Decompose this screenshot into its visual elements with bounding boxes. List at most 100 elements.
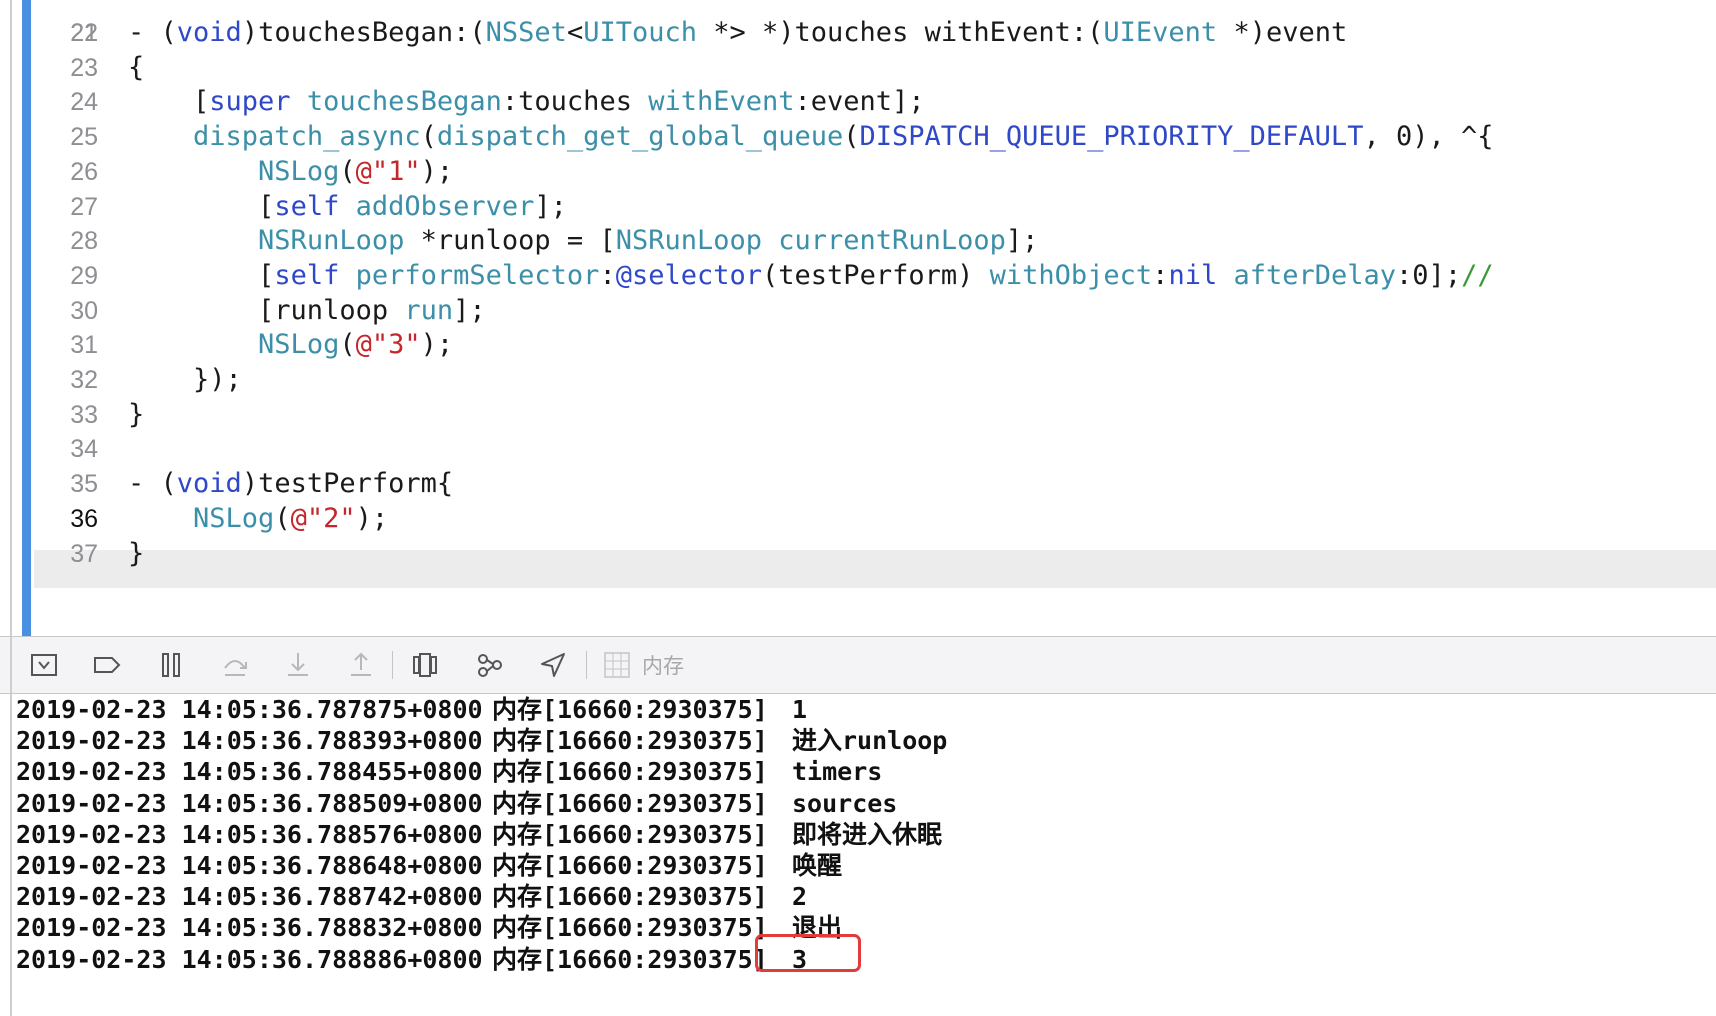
log-process: 内存[16660:2930375] [492, 882, 768, 912]
breakpoints-icon[interactable] [90, 649, 124, 681]
code-line[interactable]: 35 - (void)testPerform{ [0, 465, 1716, 503]
code-text[interactable]: { [128, 49, 144, 87]
code-token: ( [843, 121, 860, 153]
location-icon[interactable] [536, 649, 570, 681]
code-token: DISPATCH_QUEUE_PRIORITY_DEFAULT [859, 121, 1364, 153]
log-timestamp: 2019-02-23 14:05:36.788393+0800 [16, 726, 483, 756]
code-token: ( [339, 155, 356, 187]
code-text[interactable]: [self addObserver]; [128, 188, 567, 226]
line-number[interactable]: 28 [40, 222, 98, 260]
code-token: void [176, 17, 242, 48]
code-text[interactable]: NSLog(@"2"); [128, 500, 388, 538]
step-into-icon[interactable] [281, 649, 315, 681]
log-message: 2 [792, 882, 808, 912]
code-line-partial: 21 [0, 0, 1716, 47]
code-line[interactable]: 23 { [0, 49, 1716, 87]
code-line[interactable]: 25 dispatch_async(dispatch_get_global_qu… [0, 118, 1716, 156]
code-text[interactable]: [runloop run]; [128, 292, 486, 330]
code-token: self [274, 190, 340, 222]
log-message: 唤醒 [792, 851, 843, 880]
line-number[interactable]: 36 [40, 500, 98, 538]
log-message: 1 [792, 695, 808, 724]
code-text[interactable]: } [128, 535, 144, 573]
code-line[interactable]: 30 [runloop run]; [0, 292, 1716, 330]
code-line[interactable]: 37} [0, 535, 1716, 573]
line-number[interactable]: 37 [40, 535, 98, 573]
line-number[interactable]: 29 [40, 257, 98, 295]
step-over-icon[interactable] [218, 649, 252, 681]
process-grid-icon [600, 649, 634, 681]
code-line[interactable]: 33} [0, 396, 1716, 434]
code-line[interactable]: 26 NSLog(@"1"); [0, 153, 1716, 191]
console-log-line: 2019-02-23 14:05:36.788648+0800 内存[16660:… [16, 849, 842, 883]
toolbar-separator [586, 651, 587, 679]
line-number[interactable]: 26 [40, 153, 98, 191]
pause-icon[interactable] [154, 649, 188, 681]
code-token: }); [128, 364, 242, 395]
code-token: afterDelay [1233, 259, 1397, 291]
code-token: [ [128, 259, 275, 291]
line-number[interactable]: 25 [40, 118, 98, 156]
code-line[interactable]: 28 NSRunLoop *runloop = [NSRunLoop curre… [0, 222, 1716, 260]
line-number[interactable]: 24 [40, 83, 98, 121]
code-text[interactable]: - (void)touchesBegan:(NSSet<UITouch *> *… [128, 14, 1347, 52]
code-line[interactable]: 36 NSLog(@"2"); [0, 500, 1716, 538]
code-text[interactable]: - (void)testPerform{ [128, 465, 453, 503]
code-token: dispatch_async [193, 121, 421, 153]
line-number[interactable]: 34 [40, 430, 98, 468]
console-log-line: 2019-02-23 14:05:36.788576+0800 内存[16660:… [16, 818, 942, 852]
code-token: NSRunLoop [258, 225, 405, 257]
hide-console-icon[interactable] [27, 649, 61, 681]
code-token: void [176, 468, 242, 500]
code-token: ( [274, 502, 291, 534]
step-out-icon[interactable] [344, 649, 378, 681]
code-token: NSLog [258, 329, 340, 361]
view-hierarchy-icon[interactable] [408, 649, 442, 681]
code-line[interactable]: 34 [0, 430, 1716, 468]
code-token: ]; [1005, 225, 1039, 257]
line-number[interactable]: 23 [40, 49, 98, 87]
code-text[interactable]: [super touchesBegan:touches withEvent:ev… [128, 83, 925, 121]
code-text[interactable]: dispatch_async(dispatch_get_global_queue… [128, 118, 1493, 156]
memory-graph-icon[interactable] [473, 649, 507, 681]
line-number[interactable]: 31 [40, 326, 98, 364]
code-line[interactable]: 31 NSLog(@"3"); [0, 326, 1716, 364]
code-text[interactable]: NSLog(@"3"); [128, 326, 453, 364]
code-token: - ( [128, 17, 177, 48]
log-timestamp: 2019-02-23 14:05:36.788886+0800 [16, 944, 483, 974]
line-number[interactable]: 35 [40, 465, 98, 503]
code-line[interactable]: 27 [self addObserver]; [0, 188, 1716, 226]
code-token: performSelector [355, 259, 600, 291]
line-number[interactable]: 27 [40, 188, 98, 226]
line-number[interactable]: 33 [40, 396, 98, 434]
code-token: [ [128, 86, 210, 118]
code-token: ); [420, 329, 454, 361]
debug-console[interactable]: 2019-02-23 14:05:36.787875+0800 内存[16660:… [0, 694, 1716, 1016]
console-log-line: 2019-02-23 14:05:36.787875+0800 内存[16660:… [16, 694, 807, 727]
code-token: NSRunLoop [615, 225, 762, 257]
code-line[interactable]: 22 - (void)touchesBegan:(NSSet<UITouch *>… [0, 14, 1716, 52]
line-number[interactable]: 22 [40, 14, 98, 52]
console-log-line: 2019-02-23 14:05:36.788509+0800 内存[16660:… [16, 787, 897, 821]
code-line[interactable]: 32 }); [0, 361, 1716, 399]
code-text[interactable]: NSRunLoop *runloop = [NSRunLoop currentR… [128, 222, 1038, 260]
code-line[interactable]: 24 [super touchesBegan:touches withEvent… [0, 83, 1716, 121]
code-line[interactable]: 29 [self performSelector:@selector(testP… [0, 257, 1716, 295]
code-text[interactable]: }); [128, 361, 242, 399]
log-process: 内存[16660:2930375] [492, 757, 768, 787]
code-token: { [128, 51, 145, 83]
code-token: withObject [989, 259, 1153, 291]
code-token: ]; [453, 294, 486, 326]
log-message: 即将进入休眠 [792, 819, 943, 849]
code-token: super [209, 86, 291, 118]
code-text[interactable]: NSLog(@"1"); [128, 153, 453, 191]
code-text[interactable]: } [128, 396, 144, 434]
log-timestamp: 2019-02-23 14:05:36.788576+0800 [16, 819, 483, 849]
line-number[interactable]: 32 [40, 361, 98, 399]
code-text[interactable]: [self performSelector:@selector(testPerf… [128, 257, 1494, 295]
line-number[interactable]: 30 [40, 292, 98, 330]
code-editor[interactable]: 21 22 - (void)touchesBegan:(NSSet<UITouch… [0, 0, 1716, 636]
